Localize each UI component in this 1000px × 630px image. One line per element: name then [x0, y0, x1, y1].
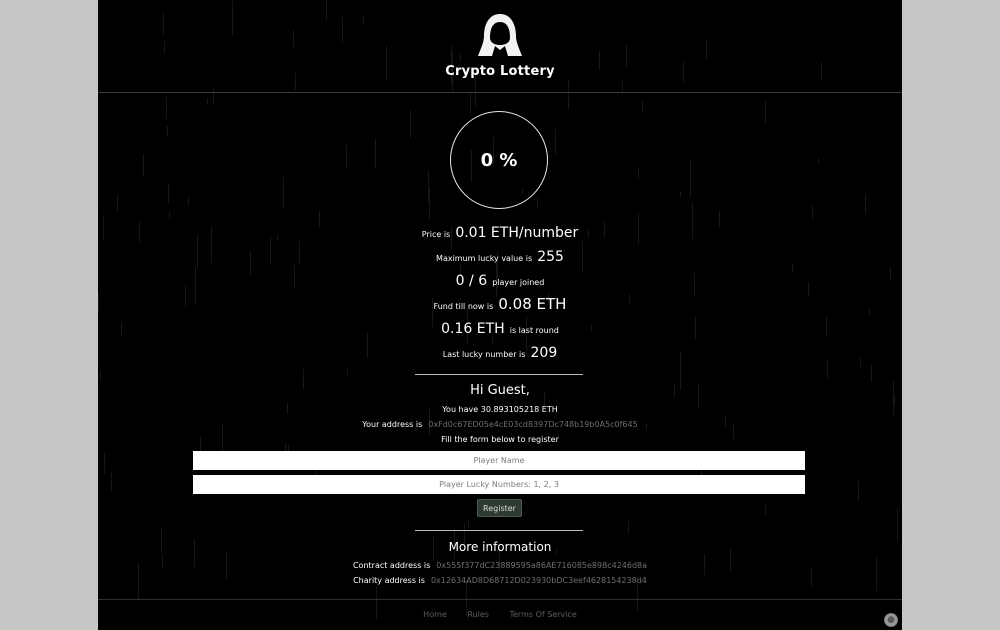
more-info-title: More information — [448, 540, 552, 554]
max-lucky-value: 255 — [537, 249, 564, 265]
help-icon[interactable]: ● — [884, 613, 898, 627]
last-round-value: 0.16 ETH — [441, 321, 505, 337]
max-lucky-prefix: Maximum lucky value is — [436, 254, 533, 263]
rain-streak — [111, 471, 112, 491]
user-address-prefix: Your address is — [362, 420, 423, 429]
rain-streak — [865, 194, 866, 214]
fund-stat: Fund till now is 0.08 ETH — [98, 294, 902, 313]
rain-streak — [428, 170, 429, 202]
rain-streak — [410, 110, 411, 138]
rain-streak — [858, 481, 859, 501]
players-stat: 0 / 6 player joined — [98, 270, 902, 289]
rain-streak — [638, 168, 639, 179]
footer-nav: Home Rules Terms Of Service — [98, 610, 902, 619]
charity-address-line: Charity address is 0x12634AD8D68712D02393… — [98, 576, 902, 585]
rain-streak — [188, 196, 189, 205]
fund-value: 0.08 ETH — [498, 295, 567, 313]
rain-streak — [166, 97, 167, 119]
price-stat: Price is 0.01 ETH/number — [98, 222, 902, 241]
lucky-numbers-input[interactable] — [193, 475, 805, 494]
rain-streak — [169, 211, 170, 219]
divider-top — [415, 374, 583, 375]
rain-streak — [167, 126, 168, 136]
rain-streak — [207, 98, 208, 104]
rain-streak — [100, 371, 101, 380]
rain-streak — [555, 129, 556, 154]
user-greeting: Hi Guest, — [470, 383, 530, 398]
contract-address-line: Contract address is 0x555f377dC23889595a8… — [98, 561, 902, 570]
players-suffix: player joined — [492, 278, 545, 287]
last-lucky-stat: Last lucky number is 209 — [98, 342, 902, 361]
charity-address-prefix: Charity address is — [353, 576, 425, 585]
fund-prefix: Fund till now is — [433, 302, 494, 311]
hooded-hacker-logo-icon[interactable] — [478, 12, 522, 60]
players-value: 0 / 6 — [455, 273, 488, 289]
rain-streak — [765, 107, 766, 124]
rain-streak — [818, 158, 819, 164]
divider-bottom — [415, 530, 583, 531]
rain-streak — [375, 139, 376, 169]
rain-streak — [104, 453, 105, 474]
rain-streak — [283, 177, 284, 209]
rain-streak — [680, 191, 681, 197]
site-header: Crypto Lottery — [98, 0, 902, 93]
user-balance: You have 30.893105218 ETH — [442, 405, 558, 414]
contract-address-prefix: Contract address is — [352, 561, 431, 570]
progress-label: 0 % — [480, 149, 518, 171]
rain-streak — [812, 206, 813, 220]
rain-streak — [470, 93, 471, 115]
footer-link-terms[interactable]: Terms Of Service — [509, 610, 576, 619]
progress-circle: 0 % — [450, 111, 548, 209]
last-round-stat: 0.16 ETH is last round — [98, 318, 902, 337]
rain-streak — [347, 369, 348, 377]
price-prefix: Price is — [421, 230, 451, 239]
rain-streak — [765, 101, 766, 108]
rain-streak — [143, 154, 144, 176]
rain-streak — [642, 101, 643, 113]
form-hint: Fill the form below to register — [441, 435, 559, 444]
matrix-rain-background — [98, 0, 898, 619]
rain-streak — [429, 187, 430, 220]
site-footer: Home Rules Terms Of Service — [98, 599, 902, 630]
lottery-page: Crypto Lottery 0 % Price is 0.01 ETH/num… — [98, 0, 902, 630]
last-round-suffix: is last round — [509, 326, 559, 335]
rain-streak — [690, 160, 691, 198]
footer-link-home[interactable]: Home — [423, 610, 447, 619]
price-value: 0.01 ETH/number — [455, 225, 579, 241]
user-address-line: Your address is 0xFd0c67ED05e4cE03cd8397D… — [98, 420, 902, 429]
rain-streak — [168, 183, 169, 203]
user-address-value: 0xFd0c67ED05e4cE03cd8397Dc748b19b0A5c0f6… — [428, 420, 638, 429]
charity-address-value: 0x12634AD8D68712D023930bDC3eef4628154238… — [430, 576, 647, 585]
rain-streak — [871, 365, 872, 382]
rain-streak — [117, 194, 118, 212]
max-lucky-stat: Maximum lucky value is 255 — [98, 246, 902, 265]
rain-streak — [827, 359, 828, 378]
last-lucky-prefix: Last lucky number is — [442, 350, 526, 359]
rain-streak — [628, 521, 629, 534]
rain-streak — [897, 509, 898, 540]
footer-link-rules[interactable]: Rules — [467, 610, 489, 619]
register-button[interactable]: Register — [477, 499, 522, 517]
rain-streak — [468, 519, 469, 528]
player-name-input[interactable] — [193, 451, 805, 470]
rain-streak — [537, 198, 538, 209]
rain-streak — [346, 145, 347, 168]
contract-address-value: 0x555f377dC23889595a86AE716085e898c4246d… — [436, 561, 648, 570]
last-lucky-value: 209 — [530, 345, 558, 361]
site-title: Crypto Lottery — [445, 64, 555, 79]
rain-streak — [765, 505, 766, 515]
